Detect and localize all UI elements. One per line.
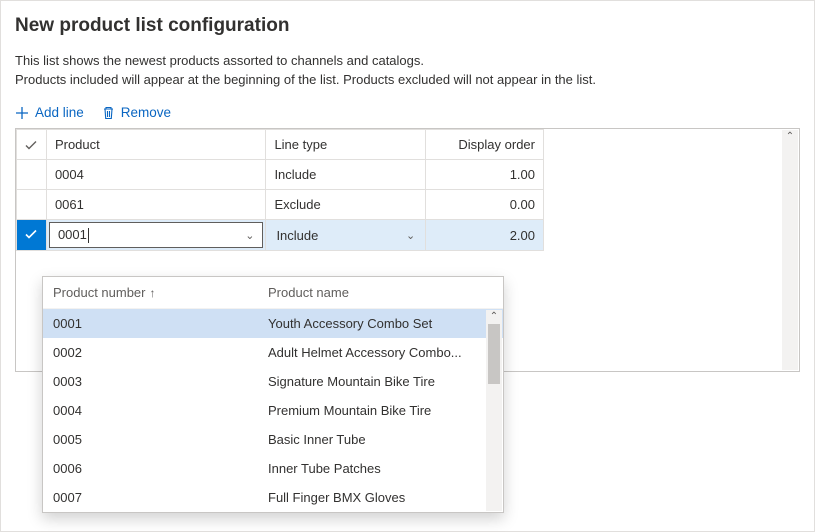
product-input[interactable]: 0001 [56, 227, 245, 243]
dropdown-option-name: Premium Mountain Bike Tire [268, 403, 493, 418]
dropdown-option-number: 0004 [53, 403, 268, 418]
dropdown-option-name: Youth Accessory Combo Set [268, 316, 493, 331]
dropdown-option[interactable]: 0003Signature Mountain Bike Tire [43, 367, 503, 396]
trash-icon [102, 106, 115, 120]
page-title: New product list configuration [15, 15, 800, 37]
dropdown-option-number: 0001 [53, 316, 268, 331]
product-cell[interactable]: 0004 [46, 160, 266, 190]
dropdown-option-name: Signature Mountain Bike Tire [268, 374, 493, 389]
dropdown-header-product-number-label: Product number [53, 285, 146, 300]
display-order-cell[interactable]: 1.00 [426, 160, 544, 190]
scroll-up-icon: ⌃ [786, 130, 794, 144]
description-line-1: This list shows the newest products asso… [15, 53, 800, 68]
line-type-cell[interactable]: Exclude [266, 190, 426, 220]
checkmark-icon [24, 227, 38, 241]
dropdown-option[interactable]: 0002Adult Helmet Accessory Combo... [43, 338, 503, 367]
select-all-header[interactable] [17, 130, 47, 160]
table-row[interactable]: 0061Exclude0.00 [17, 190, 544, 220]
dropdown-scrollbar[interactable]: ⌃ [486, 310, 502, 511]
text-caret [88, 228, 89, 243]
dropdown-option-number: 0006 [53, 461, 268, 476]
display-order-cell[interactable]: 0.00 [426, 190, 544, 220]
line-type-select[interactable]: Include [274, 228, 406, 243]
column-header-product[interactable]: Product [46, 130, 266, 160]
grid-scrollbar[interactable]: ⌃ [782, 130, 798, 370]
add-line-button[interactable]: Add line [15, 105, 84, 120]
dropdown-option[interactable]: 0004Premium Mountain Bike Tire [43, 396, 503, 425]
row-selector[interactable] [17, 160, 47, 190]
scroll-up-icon: ⌃ [486, 310, 502, 324]
scrollbar-thumb[interactable] [488, 324, 500, 384]
remove-label: Remove [121, 105, 171, 120]
dropdown-option-name: Inner Tube Patches [268, 461, 493, 476]
row-selector[interactable] [17, 220, 47, 251]
plus-icon [15, 106, 29, 120]
line-type-cell[interactable]: Include [266, 160, 426, 190]
dropdown-option-name: Basic Inner Tube [268, 432, 493, 447]
toolbar: Add line Remove [15, 105, 800, 120]
column-header-display-order[interactable]: Display order [426, 130, 544, 160]
add-line-label: Add line [35, 105, 84, 120]
grid-header-row: Product Line type Display order [17, 130, 544, 160]
dropdown-option-number: 0007 [53, 490, 268, 505]
dropdown-option[interactable]: 0001Youth Accessory Combo Set [43, 309, 503, 338]
dropdown-option-name: Adult Helmet Accessory Combo... [268, 345, 493, 360]
dropdown-option-name: Full Finger BMX Gloves [268, 490, 493, 505]
dropdown-option-number: 0005 [53, 432, 268, 447]
remove-button[interactable]: Remove [102, 105, 171, 120]
row-selector[interactable] [17, 190, 47, 220]
dropdown-header-product-name[interactable]: Product name [268, 285, 349, 300]
table-row[interactable]: 0001⌄Include⌄2.00 [17, 220, 544, 251]
description-line-2: Products included will appear at the beg… [15, 72, 800, 87]
product-lookup-dropdown: Product number ↑ Product name ⌃ 0001Yout… [42, 276, 504, 513]
dropdown-option-number: 0003 [53, 374, 268, 389]
sort-ascending-icon: ↑ [150, 286, 156, 300]
checkmark-icon [24, 138, 38, 152]
chevron-down-icon[interactable]: ⌄ [406, 229, 417, 242]
line-type-cell[interactable]: Include⌄ [266, 220, 426, 251]
dropdown-header-row: Product number ↑ Product name [43, 277, 503, 309]
chevron-down-icon[interactable]: ⌄ [245, 229, 256, 242]
product-cell[interactable]: 0001⌄ [46, 220, 266, 251]
column-header-line-type[interactable]: Line type [266, 130, 426, 160]
product-cell[interactable]: 0061 [46, 190, 266, 220]
display-order-cell[interactable]: 2.00 [426, 220, 544, 251]
dropdown-option[interactable]: 0007Full Finger BMX Gloves [43, 483, 503, 512]
dropdown-header-product-number[interactable]: Product number ↑ [53, 285, 268, 300]
dropdown-option[interactable]: 0005Basic Inner Tube [43, 425, 503, 454]
table-row[interactable]: 0004Include1.00 [17, 160, 544, 190]
dropdown-option[interactable]: 0006Inner Tube Patches [43, 454, 503, 483]
dropdown-option-number: 0002 [53, 345, 268, 360]
